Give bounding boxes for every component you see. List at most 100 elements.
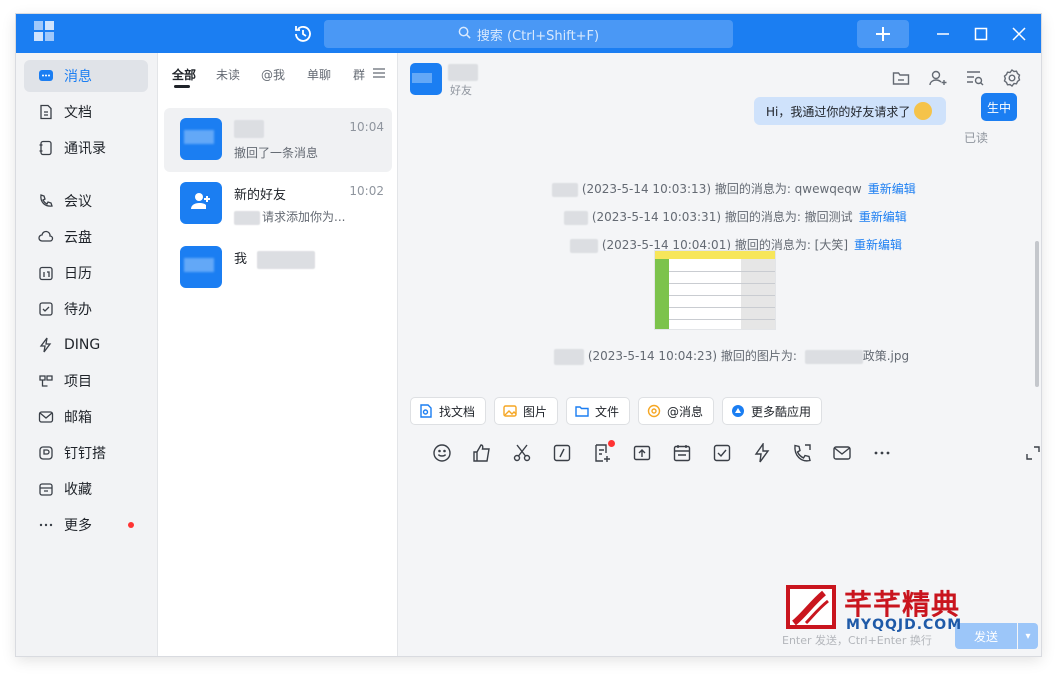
quick-action-label: @消息 [667, 404, 704, 419]
sidebar-item-cloud[interactable]: 云盘 [24, 221, 148, 253]
conversation-item[interactable]: 我 [164, 236, 392, 300]
sidebar-item-builder[interactable]: 钉钉搭 [24, 437, 148, 469]
settings-icon[interactable] [1002, 68, 1022, 88]
emoji-icon[interactable] [432, 443, 452, 463]
recalled-image-thumbnail[interactable] [654, 250, 776, 330]
sidebar-item-project[interactable]: 项目 [24, 365, 148, 397]
conversation-list: 全部 未读 @我 单聊 群 10:04 撤回了一条消息 新的好友 10:02 请… [158, 53, 398, 656]
quick-action-label: 更多酷应用 [751, 404, 812, 419]
mail-icon[interactable] [832, 443, 852, 463]
minimize-icon[interactable] [933, 24, 953, 44]
builder-icon [38, 445, 54, 461]
conversation-preview: 请求添加你为... [234, 208, 345, 225]
quick-action-image[interactable]: 图片 [494, 397, 559, 425]
like-icon[interactable] [472, 443, 492, 463]
close-icon[interactable] [1009, 24, 1029, 44]
chat-panel: 好友 Hi，我通过你的好友请求了 生中 已读 (2023-5-14 10:03:… [398, 53, 1041, 656]
re-edit-link[interactable]: 重新编辑 [854, 238, 902, 252]
sidebar-item-docs[interactable]: 文档 [24, 96, 148, 128]
sidebar-item-label: 文档 [64, 105, 92, 121]
sidebar-item-label: 日历 [64, 266, 92, 282]
sidebar-item-favorites[interactable]: 收藏 [24, 473, 148, 505]
add-member-icon[interactable] [928, 68, 948, 88]
sidebar-item-label: 项目 [64, 374, 92, 390]
conversation-item[interactable]: 10:04 撤回了一条消息 [164, 108, 392, 172]
watermark-subtitle: MYQQJD.COM [846, 617, 963, 633]
read-status: 已读 [964, 131, 989, 145]
notification-dot [608, 440, 615, 447]
avatar [180, 246, 222, 288]
history-icon[interactable] [292, 23, 314, 45]
search-icon [458, 26, 471, 43]
sidebar-item-more[interactable]: 更多 [24, 509, 148, 541]
scissors-icon[interactable] [512, 443, 532, 463]
ding-icon[interactable] [752, 441, 772, 463]
sidebar-item-label: 消息 [64, 69, 92, 85]
add-friend-icon [189, 189, 213, 217]
watermark-logo: 芊芊精典 MYQQJD.COM [786, 583, 996, 635]
smile-emoji-icon [914, 102, 933, 120]
maximize-icon[interactable] [971, 24, 991, 44]
watermark-emblem-icon [786, 585, 836, 629]
expand-icon[interactable] [1025, 443, 1041, 463]
slash-icon[interactable] [552, 443, 572, 463]
sidebar-item-todo[interactable]: 待办 [24, 293, 148, 325]
sidebar-item-label: 云盘 [64, 230, 92, 246]
tab-groups[interactable]: 群 [353, 66, 365, 83]
tab-all[interactable]: 全部 [172, 66, 196, 83]
recall-image-notice: (2023-5-14 10:04:23) 撤回的图片为: 政策.jpg [554, 347, 909, 365]
sidebar-item-label: DING [64, 337, 101, 353]
favorite-icon [38, 481, 54, 497]
upload-icon[interactable] [632, 443, 652, 463]
sidebar-item-mail[interactable]: 邮箱 [24, 401, 148, 433]
send-options-button[interactable]: ▾ [1018, 623, 1038, 649]
project-icon [38, 373, 54, 389]
app-logo-icon [34, 21, 54, 41]
more-icon [38, 517, 54, 533]
chat-header: 好友 [398, 53, 1041, 103]
sidebar-item-calendar[interactable]: 日历 [24, 257, 148, 289]
chat-scrollbar[interactable] [1035, 241, 1039, 387]
check-icon[interactable] [712, 443, 732, 463]
avatar[interactable] [410, 63, 442, 95]
search-messages-icon[interactable] [965, 68, 985, 88]
conversation-name: 我 [234, 248, 316, 269]
re-edit-link[interactable]: 重新编辑 [859, 210, 907, 224]
chat-subtitle: 好友 [450, 84, 472, 97]
schedule-icon[interactable] [672, 443, 692, 463]
calendar-icon [38, 265, 54, 281]
mention-icon [647, 404, 661, 418]
message-bubble[interactable]: Hi，我通过你的好友请求了 [754, 97, 946, 125]
quick-action-find-doc[interactable]: 找文档 [410, 397, 487, 425]
quick-action-file[interactable]: 文件 [566, 397, 631, 425]
sidebar-item-messages[interactable]: 消息 [24, 60, 148, 92]
avatar[interactable]: 生中 [981, 93, 1017, 121]
quick-action-more-apps[interactable]: 更多酷应用 [722, 397, 823, 425]
call-icon[interactable] [792, 443, 812, 463]
image-icon [503, 404, 517, 418]
sidebar-item-label: 会议 [64, 194, 92, 210]
conversation-preview: 撤回了一条消息 [234, 146, 319, 160]
conversation-name: 新的好友 [234, 188, 287, 203]
sidebar-item-ding[interactable]: DING [24, 329, 148, 361]
quick-action-mention[interactable]: @消息 [638, 397, 715, 425]
search-input[interactable]: 搜索 (Ctrl+Shift+F) [324, 20, 733, 48]
notification-dot [128, 522, 134, 528]
sidebar-item-meeting[interactable]: 会议 [24, 185, 148, 217]
message-text: Hi，我通过你的好友请求了 [766, 104, 911, 119]
folder-icon[interactable] [891, 68, 911, 88]
title-bar: 搜索 (Ctrl+Shift+F) [16, 14, 1041, 53]
sidebar-item-label: 邮箱 [64, 410, 92, 426]
tab-unread[interactable]: 未读 [216, 66, 240, 83]
contacts-icon [38, 140, 54, 156]
conversation-item[interactable]: 新的好友 10:02 请求添加你为... [164, 172, 392, 236]
create-button[interactable] [857, 20, 909, 48]
sidebar-item-contacts[interactable]: 通讯录 [24, 132, 148, 164]
apps-icon [731, 404, 745, 418]
tab-direct[interactable]: 单聊 [307, 66, 331, 83]
more-icon[interactable] [872, 443, 892, 463]
tab-mentions[interactable]: @我 [261, 66, 285, 83]
re-edit-link[interactable]: 重新编辑 [868, 182, 916, 196]
menu-icon[interactable] [371, 65, 387, 81]
cloud-icon [38, 229, 54, 245]
